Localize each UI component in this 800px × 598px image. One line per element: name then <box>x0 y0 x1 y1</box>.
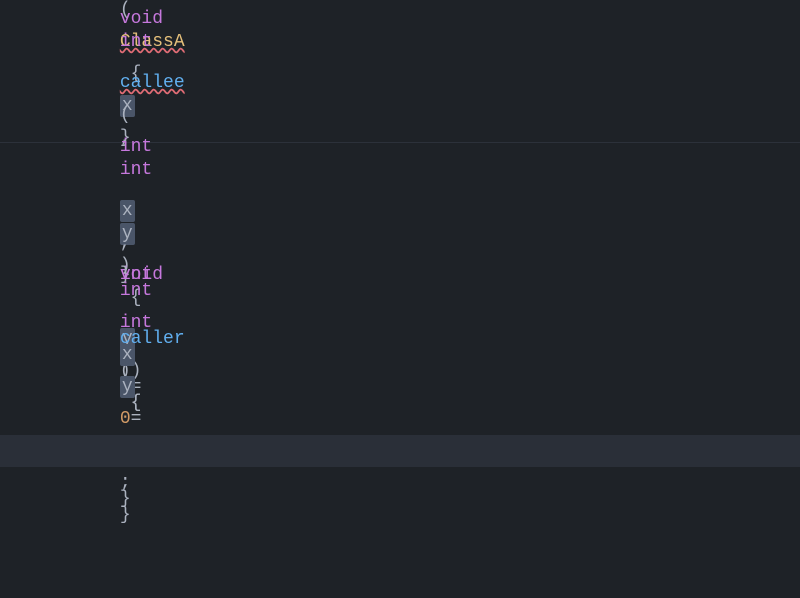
close-brace-class: } <box>120 505 131 525</box>
line-int-y: int y = 0 ; <box>0 371 800 403</box>
callee-name: callee <box>120 73 185 93</box>
code-editor: class ClassA { public ClassA ( int x , i… <box>0 0 800 598</box>
var-y: y <box>120 376 135 398</box>
space <box>120 41 131 61</box>
line-content-close-class: } <box>40 467 131 563</box>
space <box>120 345 131 365</box>
indent <box>120 281 206 301</box>
line-close-class: } <box>0 499 800 531</box>
keyword-int-y: int <box>120 313 152 333</box>
keyword-void-1: void <box>120 9 163 29</box>
space <box>120 169 131 189</box>
keyword-int-callee-1: int <box>120 137 152 157</box>
open-paren-callee: ( <box>120 105 131 125</box>
